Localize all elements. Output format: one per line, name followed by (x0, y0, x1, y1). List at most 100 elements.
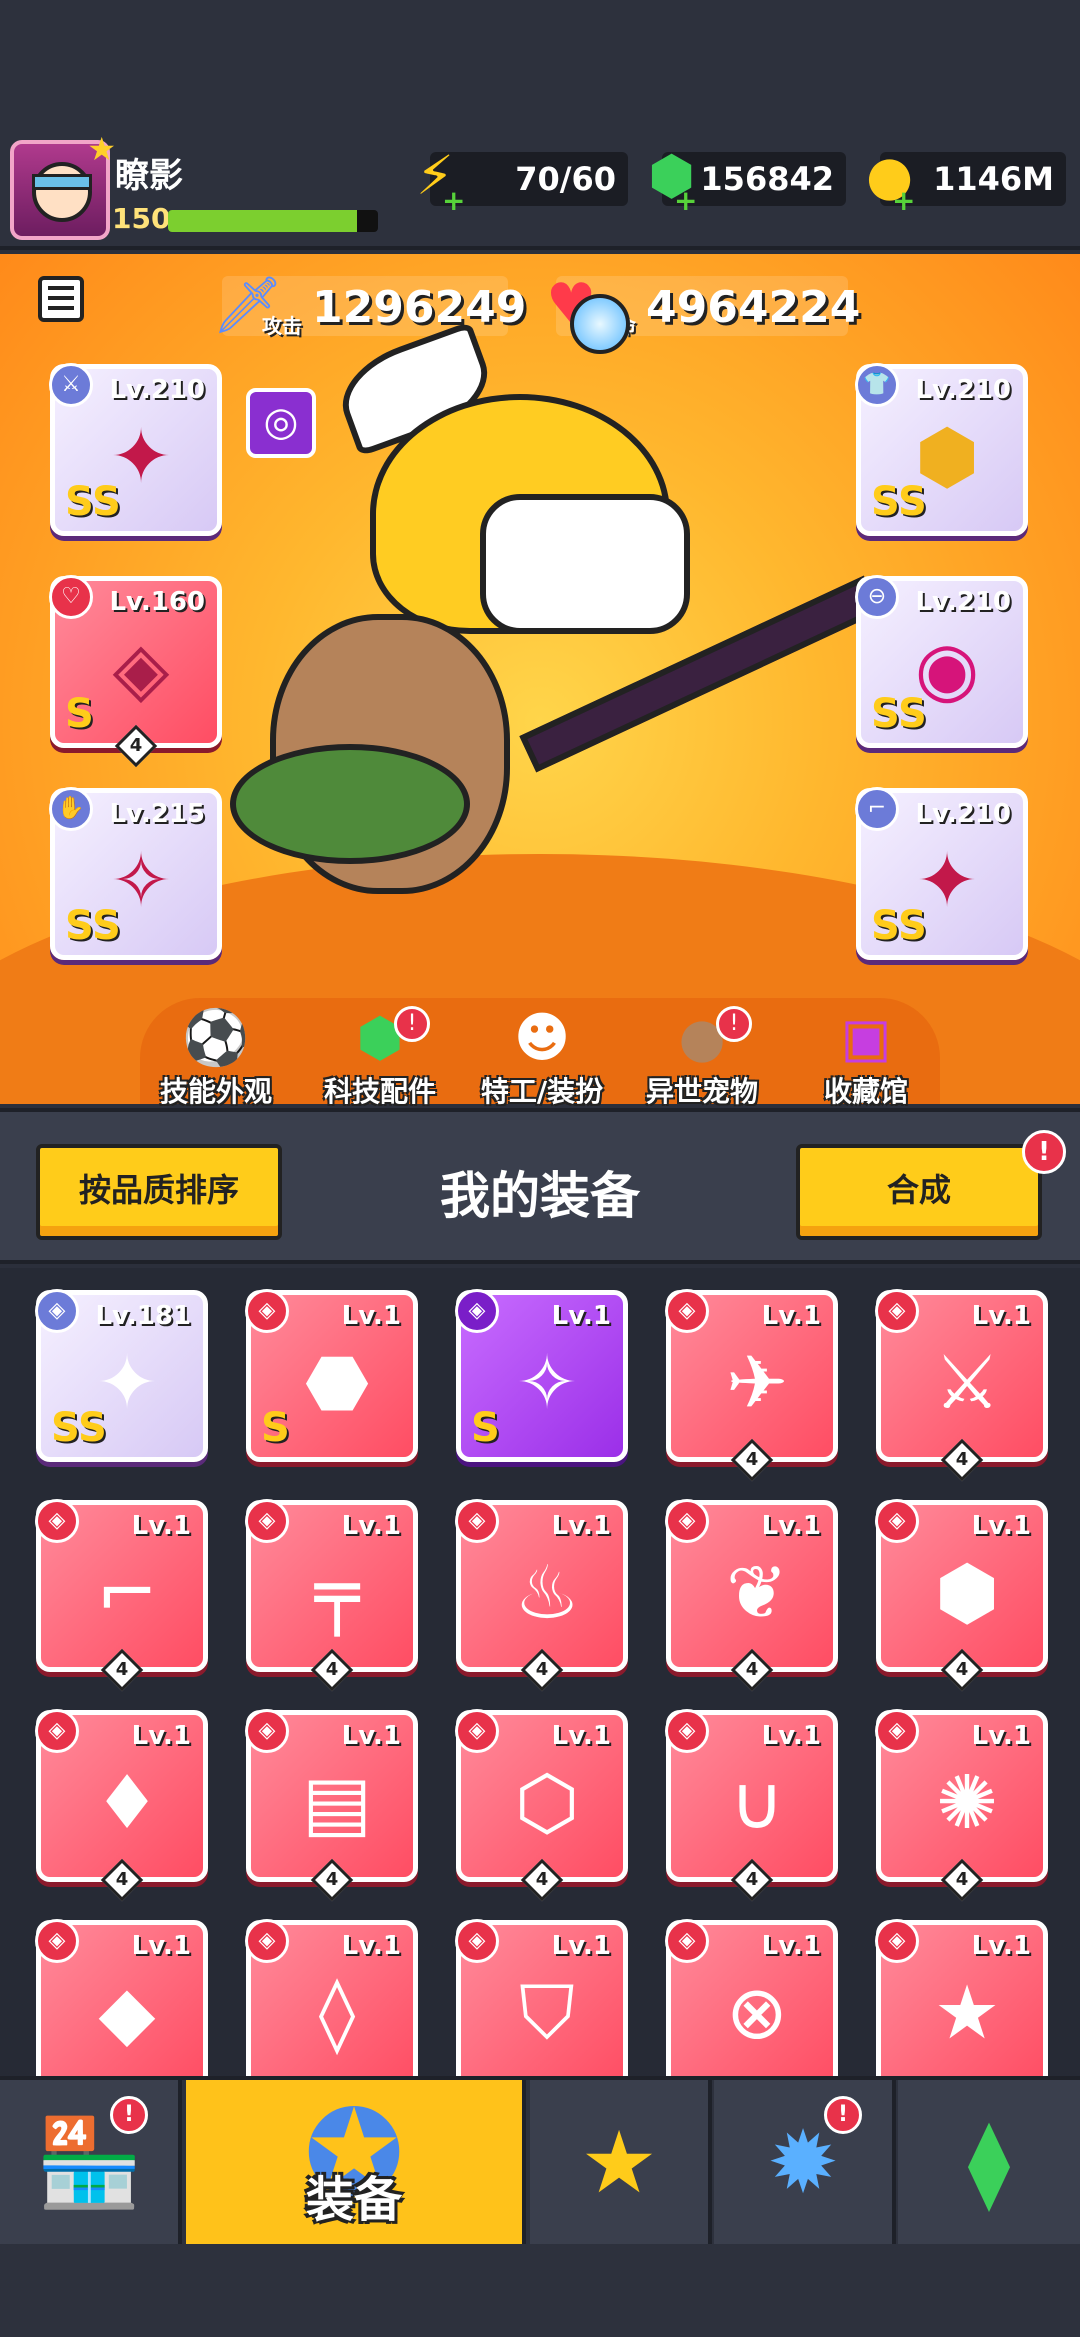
gem-value: 156842 (700, 160, 834, 198)
weapon-slot[interactable]: ⚔ Lv.210 ✦ SS (49, 363, 222, 536)
gauntlet-icon: ✧ (515, 1340, 578, 1426)
steel-armor-icon: ⬡ (514, 1760, 580, 1846)
revolver-icon: ⌐ (95, 1550, 158, 1636)
hero-panel: 🗡 攻击 1296249 ♥ 生命 4964224 ⚔ Lv.210 ✦ SS … (0, 254, 1080, 1104)
inventory-item[interactable]: ◈ Lv.1 ∪ 4 (665, 1709, 838, 1902)
armor-icon: ⬣ (304, 1340, 370, 1426)
shield-pendant-icon: ⛉ (519, 1970, 575, 2056)
add-coins-icon[interactable]: + (892, 184, 915, 217)
star-count: 4 (520, 1648, 564, 1692)
bottom-nav: 🏪 ! ✪ 装备 ★ ✹ ! ⧫ (0, 2076, 1080, 2244)
inventory-item[interactable]: ◈ Lv.1 ◆ (35, 1919, 208, 2076)
necklace-slot[interactable]: ♡ Lv.160 ◈ S 4 (49, 575, 222, 768)
pet-shortcut[interactable]: ● 异世宠物 ! (622, 1006, 782, 1110)
sword-icon: ⚔ (933, 1340, 1001, 1426)
inventory-item[interactable]: ◈ Lv.1 ◊ (245, 1919, 418, 2076)
inventory-item[interactable]: ◈ Lv.1 ♨ 4 (455, 1499, 628, 1692)
item-type-icon: ◈ (875, 1289, 919, 1333)
chest-armor-icon: ♦ (93, 1760, 161, 1846)
merge-button[interactable]: 合成 (796, 1144, 1042, 1240)
inventory-item[interactable]: ◈ Lv.1 ⊗ (665, 1919, 838, 2076)
item-type-icon: ◈ (875, 1709, 919, 1753)
gem-counter[interactable]: ⬢ + 156842 (648, 144, 846, 217)
slot-level: Lv.210 (915, 375, 1011, 405)
item-level: Lv.1 (971, 1931, 1031, 1961)
inventory-item[interactable]: ◈ Lv.1 ⬢ 4 (875, 1499, 1048, 1692)
boots-slot[interactable]: ⌐ Lv.210 ✦ SS (855, 787, 1028, 960)
target-skill-icon[interactable]: ◎ (246, 388, 316, 458)
star-count: 4 (100, 1648, 144, 1692)
talent-tab[interactable]: ✹ ! (714, 2080, 896, 2244)
robot-armor-icon: ▤ (302, 1760, 372, 1846)
item-level: Lv.1 (341, 1511, 401, 1541)
star-count: 4 (310, 1648, 354, 1692)
armor-slot[interactable]: 👕 Lv.210 ⬢ SS (855, 363, 1028, 536)
item-level: Lv.1 (131, 1511, 191, 1541)
menu-icon[interactable] (38, 276, 84, 322)
belt-slot[interactable]: ⊖ Lv.210 ◉ SS (855, 575, 1028, 748)
slot-grade: SS (871, 903, 927, 949)
inventory-item[interactable]: ◈ Lv.1 ♦ 4 (35, 1709, 208, 1902)
gene-tab[interactable]: ⧫ (898, 2080, 1080, 2244)
add-energy-icon[interactable]: + (442, 184, 465, 217)
inventory-item[interactable]: ◈ Lv.1 ⌐ 4 (35, 1499, 208, 1692)
inventory-item[interactable]: ◈ Lv.1 ⛉ (455, 1919, 628, 2076)
collection-shortcut[interactable]: ▣ 收藏馆 (786, 1006, 946, 1110)
star-count: 4 (730, 1648, 774, 1692)
inventory-item[interactable]: ◈ Lv.1 ⬡ 4 (455, 1709, 628, 1902)
xp-bar-fill (168, 210, 357, 232)
weapon-type-icon: ⚔ (49, 363, 93, 407)
player-avatar[interactable]: ★ (10, 130, 116, 240)
inventory-item[interactable]: ◈ Lv.1 ✧ S (455, 1289, 628, 1462)
inventory-item[interactable]: ◈ Lv.1 ★ (875, 1919, 1048, 2076)
agent-head-icon: ☻ (513, 1006, 571, 1069)
item-type-icon: ◈ (455, 1919, 499, 1963)
slot-level: Lv.210 (915, 587, 1011, 617)
hero-character[interactable] (230, 294, 881, 894)
inventory-item[interactable]: ◈ Lv.1 ╤ 4 (245, 1499, 418, 1692)
item-type-icon: ◈ (35, 1709, 79, 1753)
item-level: Lv.1 (131, 1721, 191, 1751)
inventory-item[interactable]: ◈ Lv.1 ⚔ 4 (875, 1289, 1048, 1482)
battle-tab[interactable]: ★ (530, 2080, 712, 2244)
fang-necklace-icon: ∪ (729, 1760, 785, 1846)
necklace-type-icon: ♡ (49, 575, 93, 619)
my-equipment-title: 我的装备 (440, 1167, 640, 1225)
alert-badge: ! (716, 1006, 752, 1042)
energy-counter[interactable]: ⚡ + 70/60 (416, 144, 628, 217)
star-count: 4 (730, 1438, 774, 1482)
add-gems-icon[interactable]: + (674, 184, 697, 217)
inventory-item[interactable]: ◈ Lv.1 ✈ 4 (665, 1289, 838, 1482)
equipment-tab[interactable]: ✪ 装备 (186, 2080, 526, 2244)
alert-badge: ! (824, 2096, 862, 2134)
avatar-face (32, 162, 92, 222)
sort-by-quality-button[interactable]: 按品质排序 (36, 1144, 282, 1240)
coin-counter[interactable]: ● + 1146M (866, 144, 1066, 217)
tech-parts-shortcut[interactable]: ⬢ 科技配件 ! (300, 1006, 460, 1110)
player-level: 150 (112, 202, 171, 235)
item-type-icon: ◈ (665, 1919, 709, 1963)
inventory-item[interactable]: ◈ Lv.1 ⬣ S (245, 1289, 418, 1462)
leaf-armor-icon: ❦ (725, 1550, 788, 1636)
belt-type-icon: ⊖ (855, 575, 899, 619)
item-type-icon: ◈ (245, 1709, 289, 1753)
slot-grade: SS (871, 479, 927, 525)
gloves-slot[interactable]: ✋ Lv.215 ✧ SS (49, 787, 222, 960)
item-level: Lv.181 (95, 1301, 191, 1331)
item-level: Lv.1 (341, 1301, 401, 1331)
slot-level: Lv.210 (915, 799, 1011, 829)
item-type-icon: ◈ (35, 1919, 79, 1963)
inventory-item[interactable]: ◈ Lv.1 ❦ 4 (665, 1499, 838, 1692)
agent-outfit-shortcut[interactable]: ☻ 特工/装扮 (462, 1006, 622, 1110)
chain-necklace-icon: ◈ (112, 626, 170, 712)
inventory-item[interactable]: ◈ Lv.1 ▤ 4 (245, 1709, 418, 1902)
item-type-icon: ◈ (665, 1499, 709, 1543)
shop-tab[interactable]: 🏪 ! (0, 2080, 182, 2244)
inventory-item[interactable]: ◈ Lv.1 ✺ 4 (875, 1709, 1048, 1902)
armor-type-icon: 👕 (855, 363, 899, 407)
skill-skin-shortcut[interactable]: ⚽ 技能外观 (136, 1006, 296, 1110)
inventory-item[interactable]: ◈ Lv.181 ✦ SS (35, 1289, 208, 1462)
item-level: Lv.1 (971, 1511, 1031, 1541)
item-type-icon: ◈ (875, 1499, 919, 1543)
item-level: Lv.1 (551, 1301, 611, 1331)
